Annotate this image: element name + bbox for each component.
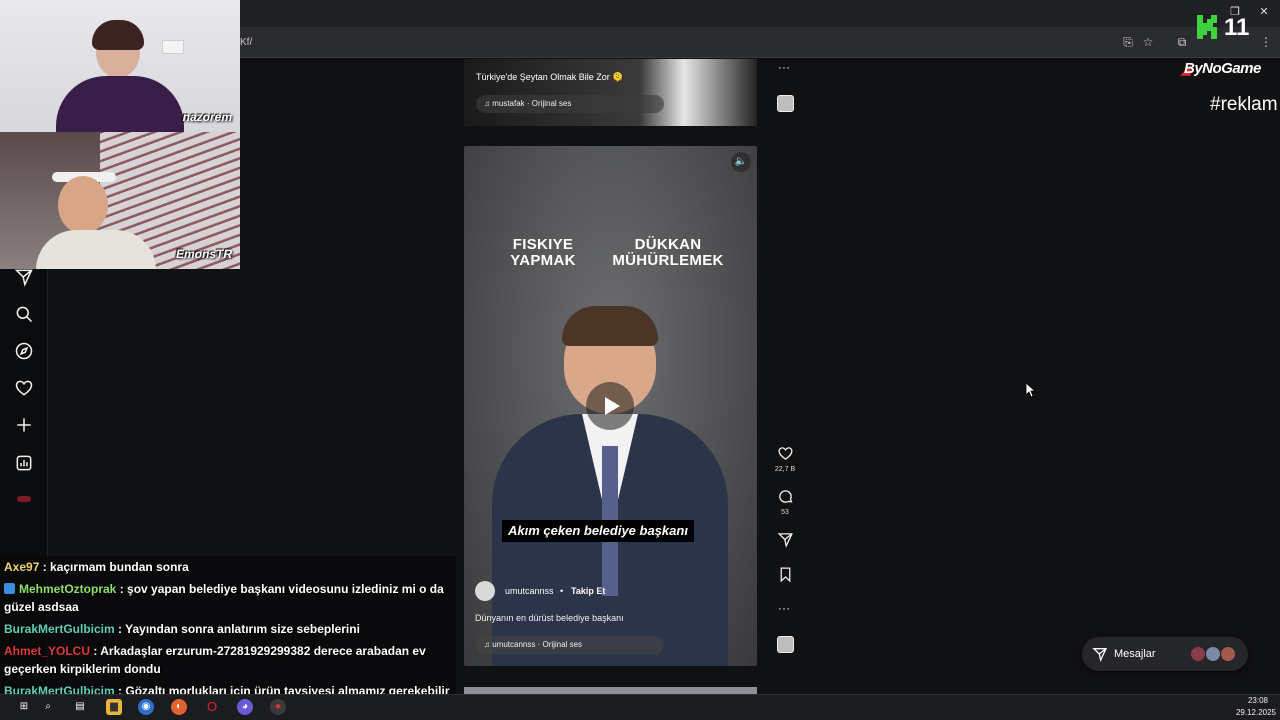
reel-previous-more-icon[interactable]: ··· <box>778 60 790 74</box>
start-windows-icon[interactable]: ⊞ <box>16 699 32 715</box>
opera-browser-icon[interactable]: O <box>204 699 220 715</box>
message-avatar <box>1220 646 1236 662</box>
streamer-shirt <box>56 76 184 132</box>
comment-count: 53 <box>781 509 789 516</box>
nav-create-icon[interactable] <box>14 415 34 435</box>
audio-thumbnail[interactable] <box>777 636 794 653</box>
chat-message: MehmetOztoprak : şov yapan belediye başk… <box>4 580 456 616</box>
extensions-icon[interactable]: ⧉ <box>1174 34 1190 50</box>
webcam-feed-2: EmonsTR <box>0 132 240 269</box>
chat-message: Ahmet_YOLCU : Arkadaşlar erzurum-2728192… <box>4 642 456 678</box>
streamer-hair <box>92 20 144 50</box>
nav-search-icon[interactable] <box>14 304 34 324</box>
reel-previous-video[interactable] <box>464 59 757 126</box>
video-subtitle: Akım çeken belediye başkanı <box>502 520 694 542</box>
webcam-1-tag: nazorem <box>182 110 232 124</box>
messages-label: Mesajlar <box>1114 648 1156 660</box>
nav-dashboard-icon[interactable] <box>14 453 34 473</box>
mute-toggle-icon[interactable]: 🔈 <box>731 152 751 172</box>
reel-audio-link[interactable]: ♫ umutcannss · Orijinal ses <box>476 636 664 654</box>
author-username[interactable]: umutcannss <box>505 581 554 601</box>
address-bar[interactable]: Kf/ <box>240 34 252 51</box>
wall-outlet <box>162 40 184 54</box>
ad-hashtag: #reklam <box>1210 94 1278 115</box>
chat-badge-icon <box>4 583 15 594</box>
webcam-feed-1: nazorem <box>0 0 240 132</box>
chat-username: BurakMertGulbicim <box>4 622 115 636</box>
chat-message: BurakMertGulbicim : Yayından sonra anlat… <box>4 620 456 638</box>
mouse-cursor-icon <box>1025 382 1035 398</box>
taskbar-time: 23:08 <box>1247 696 1268 705</box>
chat-text: : kaçırmam bundan sonra <box>39 560 189 574</box>
nav-notifications-heart-icon[interactable] <box>14 378 34 398</box>
streamer-2-face <box>58 176 108 234</box>
play-button[interactable] <box>586 382 634 430</box>
chat-username: Axe97 <box>4 560 40 574</box>
windows-taskbar <box>0 694 1280 720</box>
taskbar-date: 29.12.2025 <box>1235 708 1276 717</box>
file-explorer-icon[interactable]: ▆ <box>106 699 122 715</box>
k-logo-icon <box>1196 14 1218 40</box>
messages-send-icon <box>1092 646 1108 663</box>
discord-icon[interactable]: ◕ <box>237 699 253 715</box>
chat-username: Ahmet_YOLCU <box>4 644 91 658</box>
follow-button[interactable]: Takip Et <box>571 581 605 601</box>
more-options-icon[interactable]: ··· <box>778 601 790 615</box>
save-bookmark-icon[interactable] <box>776 566 794 588</box>
overlay-text-right: DÜKKAN MÜHÜRLEMEK <box>612 236 724 269</box>
overlay-text-left: FISKIYE YAPMAK <box>510 236 576 269</box>
comment-bubble-icon[interactable] <box>776 488 794 510</box>
reel-previous-caption: Türkiye'de Şeytan Olmak Bile Zor 🫠 <box>476 72 624 82</box>
chat-message: Axe97 : kaçırmam bundan sonra <box>4 558 456 576</box>
message-avatar <box>1190 646 1206 662</box>
reel-next-video[interactable] <box>464 687 757 694</box>
bookmark-star-icon[interactable]: ☆ <box>1140 34 1156 50</box>
firefox-browser-icon[interactable]: ◐ <box>171 699 187 715</box>
webcam-2-tag: EmonsTR <box>175 247 232 261</box>
task-view-icon[interactable]: ▤ <box>72 699 88 715</box>
author-avatar[interactable] <box>475 581 495 601</box>
reel-previous-audio-thumbnail[interactable] <box>777 95 794 112</box>
author-separator: • <box>560 586 564 596</box>
like-count: 22,7 B <box>774 466 796 473</box>
chrome-browser-icon[interactable]: ◉ <box>138 699 154 715</box>
reel-previous-audio-link[interactable]: ♫ mustafak · Orijinal ses <box>476 95 664 113</box>
streamer-2-shirt <box>36 230 156 269</box>
person-hair <box>562 306 658 346</box>
viewer-count: 11 <box>1224 14 1250 41</box>
like-heart-icon[interactable] <box>776 445 794 467</box>
sponsor-name: ByNoGame <box>1184 60 1261 77</box>
nav-explore-icon[interactable] <box>14 341 34 361</box>
browser-menu-icon[interactable]: ⋮ <box>1258 34 1274 50</box>
message-avatar <box>1205 646 1221 662</box>
window-close-icon[interactable]: ✕ <box>1257 5 1271 19</box>
nav-profile-avatar[interactable] <box>17 496 31 502</box>
reel-caption: Dünyanın en dürüst belediye başkanı <box>475 613 624 623</box>
taskbar-search-icon[interactable]: ⌕ <box>40 699 56 715</box>
chat-text: : Yayından sonra anlatırım size sebepler… <box>114 622 360 636</box>
install-app-icon[interactable]: ⎘ <box>1120 34 1136 50</box>
chat-username: MehmetOztoprak <box>19 582 117 596</box>
share-send-icon[interactable] <box>776 531 794 553</box>
nav-messages-icon[interactable] <box>14 267 34 287</box>
obs-studio-icon[interactable]: ● <box>270 699 286 715</box>
